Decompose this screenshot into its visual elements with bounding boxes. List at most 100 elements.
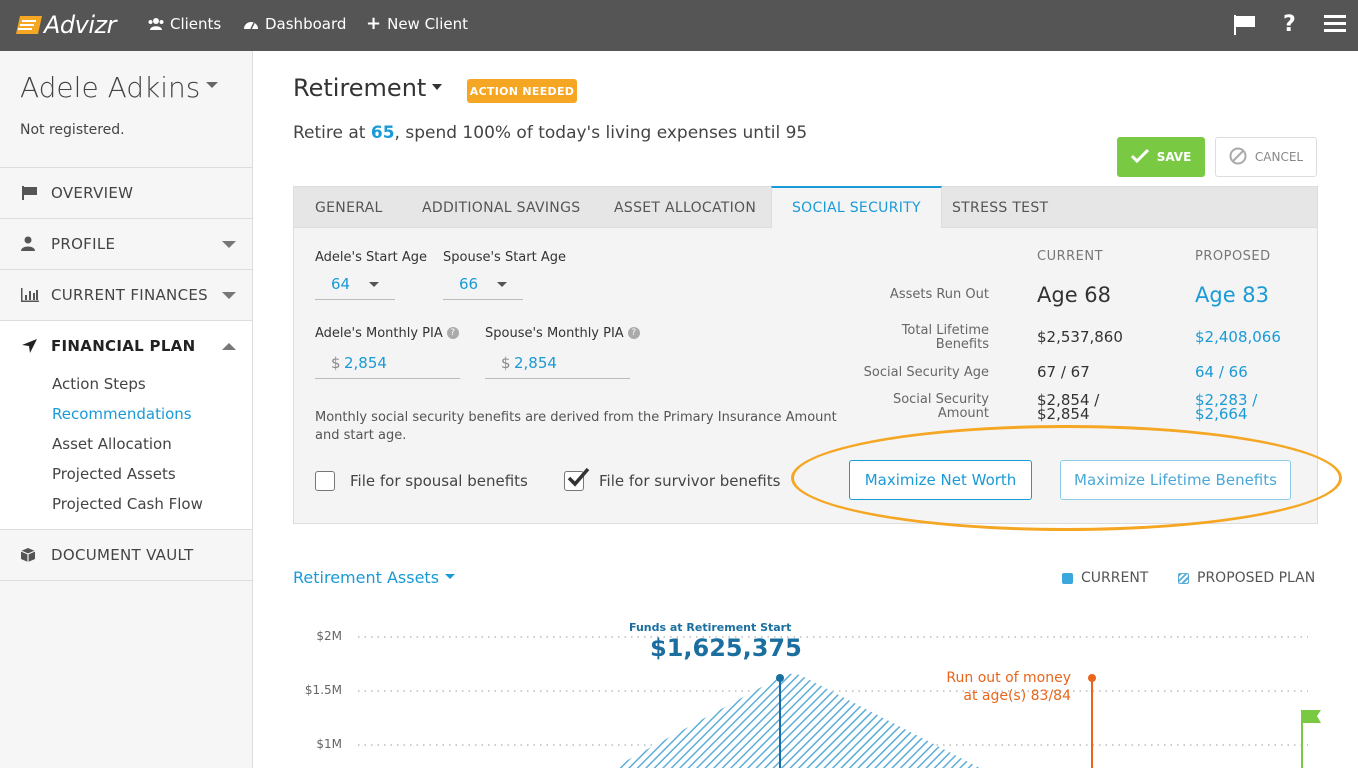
- advizr-logo-icon: [14, 14, 42, 36]
- tab-stress-test[interactable]: STRESS TEST: [952, 187, 1048, 228]
- spousal-benefits-checkbox[interactable]: File for spousal benefits: [315, 471, 528, 491]
- page-title: Retirement: [293, 74, 427, 102]
- check-icon: [1130, 148, 1149, 166]
- help-icon[interactable]: ?: [1283, 12, 1296, 37]
- sidebar-item-label: OVERVIEW: [51, 184, 134, 202]
- submenu-item-projected-assets[interactable]: Projected Assets: [52, 465, 176, 483]
- cancel-button[interactable]: CANCEL: [1215, 137, 1317, 177]
- maximize-lifetime-benefits-button[interactable]: Maximize Lifetime Benefits: [1060, 460, 1291, 500]
- chevron-down-icon: [432, 84, 443, 90]
- sidebar-item-financial-plan[interactable]: FINANCIAL PLAN: [0, 321, 252, 371]
- nav-clients[interactable]: Clients: [148, 15, 221, 33]
- submenu-item-action-steps[interactable]: Action Steps: [52, 375, 146, 393]
- nav-new-client-label: New Client: [387, 15, 469, 33]
- sidebar-item-label: DOCUMENT VAULT: [51, 546, 194, 564]
- spousal-benefits-label: File for spousal benefits: [350, 472, 528, 490]
- flag-icon: [20, 185, 40, 201]
- sidebar-item-document-vault[interactable]: DOCUMENT VAULT: [0, 530, 252, 580]
- total-lifetime-benefits-current: $2,537,860: [1037, 328, 1123, 346]
- status-badge: ACTION NEEDED: [467, 79, 577, 103]
- submenu-item-projected-cash-flow[interactable]: Projected Cash Flow: [52, 495, 203, 513]
- page-title-dropdown[interactable]: Retirement: [293, 74, 443, 102]
- app-logo[interactable]: Advizr: [14, 10, 117, 40]
- tab-general[interactable]: GENERAL: [315, 187, 383, 228]
- nav-dashboard[interactable]: Dashboard: [243, 15, 346, 33]
- retirement-start-value: $1,625,375: [650, 634, 802, 662]
- pia-note: Monthly social security benefits are der…: [315, 410, 837, 443]
- plan-summary: Retire at 65, spend 100% of today's livi…: [293, 123, 807, 143]
- chart-title: Retirement Assets: [293, 568, 440, 587]
- ban-icon: [1229, 147, 1247, 168]
- tab-social-security[interactable]: SOCIAL SECURITY: [771, 186, 942, 228]
- top-bar: Advizr Clients Dashboard + New Client ?: [0, 0, 1358, 51]
- tab-bar: GENERAL ADDITIONAL SAVINGS ASSET ALLOCAT…: [294, 186, 1317, 228]
- legend-proposed: PROPOSED PLAN: [1178, 570, 1315, 586]
- survivor-benefits-checkbox[interactable]: File for survivor benefits: [564, 467, 780, 491]
- adele-start-age-value: 64: [331, 275, 351, 293]
- sidebar-item-current-finances[interactable]: CURRENT FINANCES: [0, 270, 252, 320]
- assets-run-out-current: Age 68: [1037, 283, 1112, 307]
- nav-clients-label: Clients: [170, 15, 222, 33]
- divider: [0, 580, 252, 581]
- sidebar: Adele Adkins Not registered. OVERVIEW PR…: [0, 51, 253, 768]
- maximize-net-worth-button[interactable]: Maximize Net Worth: [849, 460, 1032, 500]
- tab-asset-allocation[interactable]: ASSET ALLOCATION: [614, 187, 756, 228]
- social-security-age-current: 67 / 67: [1037, 363, 1090, 381]
- social-security-age-proposed: 64 / 66: [1195, 363, 1248, 381]
- assets-run-out-label: Assets Run Out: [889, 287, 989, 302]
- legend-current-label: CURRENT: [1081, 570, 1149, 586]
- help-icon[interactable]: ?: [627, 326, 640, 339]
- flag-icon[interactable]: [1233, 14, 1257, 40]
- plus-icon: +: [366, 13, 382, 34]
- proposed-column-header: PROPOSED: [1195, 249, 1271, 264]
- adele-pia-input[interactable]: $ 2,854: [315, 349, 460, 379]
- sidebar-item-label: FINANCIAL PLAN: [51, 337, 196, 355]
- legend-proposed-swatch: [1178, 572, 1189, 584]
- social-security-age-label: Social Security Age: [863, 365, 989, 380]
- adele-start-age-select[interactable]: 64: [315, 270, 395, 300]
- menu-icon[interactable]: [1324, 15, 1346, 37]
- chevron-down-icon: [222, 241, 236, 248]
- social-security-amount-current: $2,854 / $2,854: [1037, 391, 1100, 423]
- chevron-down-icon: [369, 282, 379, 287]
- sidebar-item-overview[interactable]: OVERVIEW: [0, 168, 252, 218]
- help-icon[interactable]: ?: [446, 326, 459, 339]
- cancel-label: CANCEL: [1254, 150, 1304, 164]
- tab-additional-savings[interactable]: ADDITIONAL SAVINGS: [422, 187, 580, 228]
- social-security-amount-label: Social Security Amount: [892, 392, 989, 421]
- total-lifetime-benefits-proposed: $2,408,066: [1195, 328, 1281, 346]
- run-out-label-line2: at age(s) 83/84: [963, 688, 1071, 704]
- retirement-assets-chart: [358, 636, 1321, 768]
- summary-text: Retire at: [293, 123, 371, 143]
- run-out-label: Run out of money at age(s) 83/84: [920, 669, 1071, 705]
- submenu-item-recommendations[interactable]: Recommendations: [52, 405, 192, 423]
- sidebar-item-label: CURRENT FINANCES: [51, 286, 208, 304]
- client-status: Not registered.: [20, 122, 125, 138]
- spouse-pia-input[interactable]: $ 2,854: [485, 349, 630, 379]
- assets-run-out-proposed: Age 83: [1195, 283, 1270, 307]
- chevron-down-icon: [497, 282, 507, 287]
- social-security-amount-proposed: $2,283 / $2,664: [1195, 391, 1258, 423]
- save-label: SAVE: [1156, 150, 1192, 164]
- client-name: Adele Adkins: [20, 71, 201, 104]
- sidebar-item-profile[interactable]: PROFILE: [0, 219, 252, 269]
- legend-current: CURRENT: [1062, 570, 1148, 586]
- chevron-down-icon: [445, 574, 456, 579]
- retirement-start-point[interactable]: [776, 674, 784, 682]
- nav-dashboard-label: Dashboard: [265, 15, 347, 33]
- app-name: Advizr: [44, 11, 117, 39]
- spouse-start-age-select[interactable]: 66: [443, 270, 523, 300]
- sidebar-item-label: PROFILE: [51, 235, 116, 253]
- nav-new-client[interactable]: + New Client: [366, 13, 469, 34]
- spouse-pia-label-text: Spouse's Monthly PIA: [485, 326, 624, 341]
- client-name-dropdown[interactable]: Adele Adkins: [20, 71, 219, 104]
- retire-age-link[interactable]: 65: [371, 123, 395, 143]
- retirement-start-label: Funds at Retirement Start: [629, 621, 792, 634]
- checkbox-checked-icon: [564, 467, 590, 491]
- run-out-point[interactable]: [1088, 674, 1096, 682]
- legend-current-swatch: [1062, 572, 1073, 584]
- submenu-item-asset-allocation[interactable]: Asset Allocation: [52, 435, 172, 453]
- save-button[interactable]: SAVE: [1117, 137, 1205, 177]
- chart-selector[interactable]: Retirement Assets: [293, 568, 456, 587]
- dashboard-icon: [243, 17, 259, 31]
